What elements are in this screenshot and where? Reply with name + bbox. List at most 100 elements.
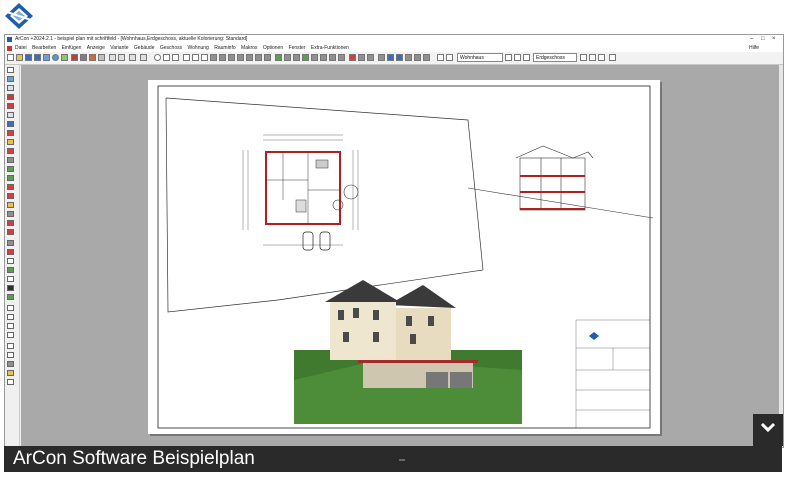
floor-icon-1[interactable] (580, 54, 587, 61)
render-icon[interactable] (423, 54, 430, 61)
globe-icon[interactable] (52, 54, 59, 61)
menu-einfuegen[interactable]: Einfügen (62, 44, 82, 52)
paste-icon[interactable] (367, 54, 374, 61)
menu-makros[interactable]: Makros (241, 44, 257, 52)
back-icon[interactable] (140, 54, 147, 61)
floor-manager-icon[interactable] (609, 54, 616, 61)
tool-17[interactable] (7, 211, 14, 217)
layer-icon[interactable] (378, 54, 385, 61)
section-icon[interactable] (284, 54, 291, 61)
floor-up-icon[interactable] (505, 54, 512, 61)
tool-26[interactable] (7, 294, 14, 300)
undo-icon[interactable] (109, 54, 116, 61)
menu-datei[interactable]: Datei (15, 44, 27, 52)
floor-icon-3[interactable] (598, 54, 605, 61)
floor-list-icon[interactable] (514, 54, 521, 61)
rectangle-icon[interactable] (183, 54, 190, 61)
beam-icon[interactable] (246, 54, 253, 61)
column-icon[interactable] (237, 54, 244, 61)
tree-tool-icon[interactable] (7, 166, 14, 172)
stairs-icon[interactable] (228, 54, 235, 61)
new-file-icon[interactable] (7, 54, 14, 61)
grid-icon[interactable] (98, 54, 105, 61)
tool-31[interactable] (7, 343, 14, 349)
floor-icon-2[interactable] (589, 54, 596, 61)
menu-geschoss[interactable]: Geschoss (160, 44, 182, 52)
view-icon[interactable] (43, 54, 50, 61)
settings-icon[interactable] (414, 54, 421, 61)
label-icon[interactable] (320, 54, 327, 61)
roof-tool-icon[interactable] (7, 148, 14, 154)
stair-tool-icon[interactable] (7, 139, 14, 145)
floor-down-icon[interactable] (523, 54, 530, 61)
tool-18[interactable] (7, 220, 14, 226)
text-icon[interactable] (192, 54, 199, 61)
tool-23[interactable] (7, 267, 14, 273)
catalog-icon[interactable] (338, 54, 345, 61)
hatch-icon[interactable] (210, 54, 217, 61)
open-folder-icon[interactable] (16, 54, 23, 61)
terrain-icon[interactable] (61, 54, 68, 61)
maximize-button[interactable]: □ (761, 35, 765, 44)
list-icon[interactable] (405, 54, 412, 61)
tool-14[interactable] (7, 184, 14, 190)
wall-icon[interactable] (71, 54, 78, 61)
window-tool-icon[interactable] (7, 121, 14, 127)
menu-rauminfo[interactable]: Rauminfo (214, 44, 235, 52)
tool-33[interactable] (7, 361, 14, 367)
tool-28[interactable] (7, 314, 14, 320)
redo-icon[interactable] (118, 54, 125, 61)
roof-icon[interactable] (89, 54, 96, 61)
zoom-window-icon[interactable] (172, 54, 179, 61)
print-icon[interactable] (34, 54, 41, 61)
close-button[interactable]: × (772, 35, 776, 44)
dimension-icon[interactable] (219, 54, 226, 61)
zoom-icon[interactable] (154, 54, 161, 61)
opening-icon[interactable] (264, 54, 271, 61)
tool-32[interactable] (7, 352, 14, 358)
slab-icon[interactable] (255, 54, 262, 61)
window-icon[interactable] (387, 54, 394, 61)
elevation-icon[interactable] (293, 54, 300, 61)
menu-wohnung[interactable]: Wohnung (188, 44, 209, 52)
menu-extra-funktionen[interactable]: Extra-Funktionen (311, 44, 349, 52)
terrain-tool-icon[interactable] (7, 175, 14, 181)
tool-24[interactable] (7, 276, 14, 282)
drawing-canvas[interactable] (21, 65, 781, 447)
door-tool-icon[interactable] (7, 130, 14, 136)
tool-27[interactable] (7, 305, 14, 311)
wall-tool-2-icon[interactable] (7, 103, 14, 109)
select-tool-icon[interactable] (7, 67, 14, 73)
menu-gebaeude[interactable]: Gebäude (134, 44, 155, 52)
tool-3[interactable] (7, 85, 14, 91)
tool-35[interactable] (7, 379, 14, 385)
text-tool-icon[interactable] (7, 323, 14, 329)
chevron-down-icon[interactable] (759, 418, 777, 436)
landscape-icon[interactable] (302, 54, 309, 61)
menu-fenster[interactable]: Fenster (289, 44, 306, 52)
door-icon[interactable] (396, 54, 403, 61)
copy-icon[interactable] (358, 54, 365, 61)
tool-19[interactable] (7, 229, 14, 235)
menu-anzeige[interactable]: Anzeige (87, 44, 105, 52)
building-select[interactable]: Wohnhaus (457, 53, 503, 62)
tool-11[interactable] (7, 157, 14, 163)
tool-15[interactable] (7, 193, 14, 199)
tool-34[interactable] (7, 370, 14, 376)
minimize-button[interactable]: – (750, 35, 753, 44)
tool-21[interactable] (7, 249, 14, 255)
wall-tool-icon[interactable] (7, 94, 14, 100)
menu-bearbeiten[interactable]: Bearbeiten (32, 44, 56, 52)
measure-icon[interactable] (311, 54, 318, 61)
pointer-icon[interactable] (129, 54, 136, 61)
plant-icon[interactable] (275, 54, 282, 61)
vertical-scrollbar[interactable] (779, 65, 783, 447)
symbol-icon[interactable] (329, 54, 336, 61)
zoom-fit-icon[interactable] (163, 54, 170, 61)
tool-6[interactable] (7, 112, 14, 118)
floor-select[interactable]: Erdgeschoss (533, 53, 577, 62)
view2d-tool-icon[interactable] (7, 76, 14, 82)
line-icon[interactable] (201, 54, 208, 61)
tool-25[interactable] (7, 285, 14, 291)
save-icon[interactable] (25, 54, 32, 61)
